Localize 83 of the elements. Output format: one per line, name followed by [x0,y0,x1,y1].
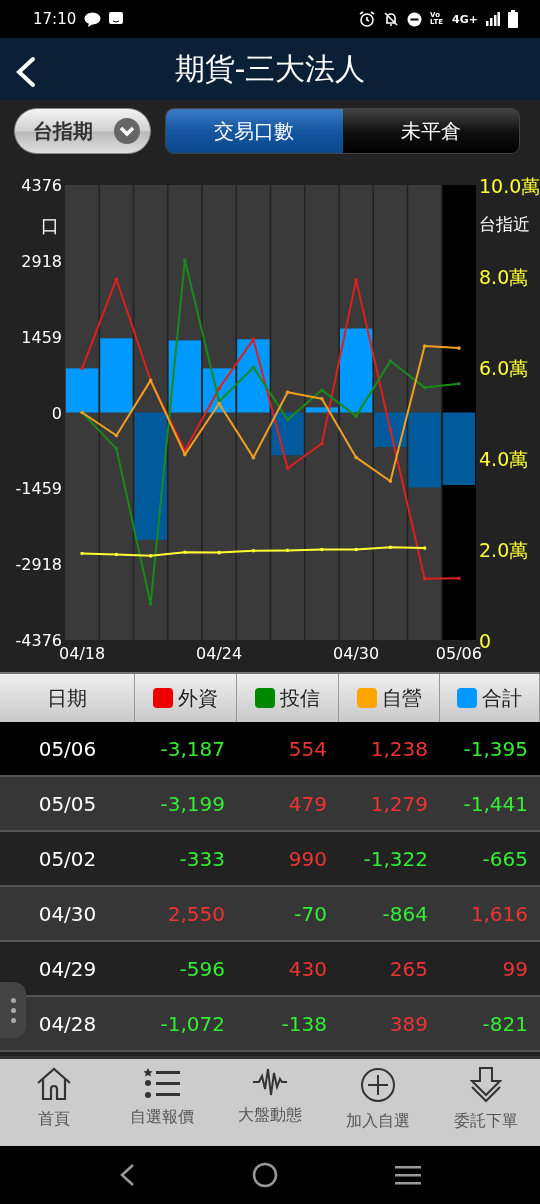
value-cell-text: -138 [280,1011,328,1036]
axis-label: -1459 [15,479,62,499]
nav-item[interactable]: 委託下單 [432,1059,540,1146]
plus-circle-icon [360,1067,396,1103]
value-cell-text: 479 [287,791,328,816]
clock-time: 17:10 [33,10,77,28]
value-cell-text: -70 [293,901,328,926]
date-cell-text: 04/28 [37,1011,98,1036]
value-cell-text: -3,199 [159,791,226,816]
value-cell-text: 1,279 [369,791,429,816]
axis-label: 2918 [21,251,62,271]
value-cell-text: 1,616 [469,901,529,926]
nav-item[interactable]: 大盤動態 [216,1059,324,1146]
table-row[interactable]: 04/30 2,550 -70 -864 1,616 [0,887,540,942]
axis-label: 4.0萬 [479,448,529,470]
value-cell-text: -1,395 [462,736,529,761]
date-cell-text: 05/02 [37,846,98,871]
home-circle-icon[interactable] [252,1162,278,1188]
axis-label: 10.0萬 [479,175,540,197]
value-cell-text: 389 [388,1011,429,1036]
nav-item[interactable]: 加入自選 [324,1059,432,1146]
tab[interactable]: 交易口數 [166,109,343,153]
page-title: 期貨-三大法人 [174,49,366,88]
value-cell-text: 1,238 [369,736,429,761]
axis-label: 8.0萬 [479,266,529,288]
value-cell-text: 99 [501,956,529,981]
axis-label: 04/24 [196,644,243,663]
date-cell-text: 05/05 [37,791,98,816]
axis-label: 6.0萬 [479,357,529,379]
value-cell-text: 265 [388,956,429,981]
waveform-icon [250,1067,290,1097]
drawer-handle[interactable] [0,982,26,1038]
tab[interactable]: 未平倉 [342,109,519,153]
value-cell-text: -596 [178,956,226,981]
muted-bell-icon [383,11,400,27]
value-cell-text: -821 [481,1011,529,1036]
value-cell-text: -333 [178,846,226,871]
chevron-down-icon [114,118,140,144]
message-icon [109,12,124,26]
battery-icon [508,10,518,28]
axis-label: 1459 [21,327,62,347]
value-cell-text: -665 [481,846,529,871]
value-cell-text: -864 [381,901,429,926]
column-label: 日期 [47,684,87,712]
network-label: 4G+ [452,12,478,26]
product-dropdown[interactable]: 台指期 [14,108,151,154]
column-label: 合計 [482,684,522,712]
nav-item[interactable]: 首頁 [0,1059,108,1146]
home-icon [36,1067,72,1101]
date-cell-text: 04/30 [37,901,98,926]
axis-title: 台指近 [479,214,530,234]
list-icon [144,1067,180,1099]
axis-title: 口 [41,215,59,236]
value-cell-text: 990 [287,846,328,871]
value-cell-text: -1,322 [362,846,429,871]
value-cell-text: -1,441 [462,791,529,816]
signal-icon [486,12,500,26]
value-cell-text: -1,072 [159,1011,226,1036]
do-not-disturb-icon [407,11,423,27]
back-icon[interactable] [118,1163,135,1187]
value-cell-text: 554 [287,736,328,761]
column-label: 自營 [381,684,422,712]
column-label: 外資 [178,684,218,712]
download-arrow-icon [470,1067,502,1103]
table-row[interactable]: 05/06 -3,187 554 1,238 -1,395 [0,722,540,777]
axis-label: 0 [51,403,62,423]
menu-icon[interactable] [395,1165,422,1185]
value-cell-text: 2,550 [166,901,226,926]
back-chevron-icon [14,56,38,88]
date-cell-text: 05/06 [37,736,98,761]
column-label: 投信 [280,684,320,712]
nav-item[interactable]: 自選報價 [108,1059,216,1146]
value-cell-text: -3,187 [159,736,226,761]
table-row[interactable]: 05/05 -3,199 479 1,279 -1,441 [0,777,540,832]
value-cell-text: 430 [287,956,328,981]
axis-label: 2.0萬 [479,539,529,561]
date-cell-text: 04/29 [37,956,98,981]
axis-label: 04/30 [333,644,380,663]
alarm-icon [359,11,376,27]
axis-label: 4376 [21,176,62,195]
chat-bubble-icon [84,11,102,27]
table-row[interactable]: 04/28 -1,072 -138 389 -821 [0,997,540,1052]
axis-label: -2918 [15,555,62,575]
